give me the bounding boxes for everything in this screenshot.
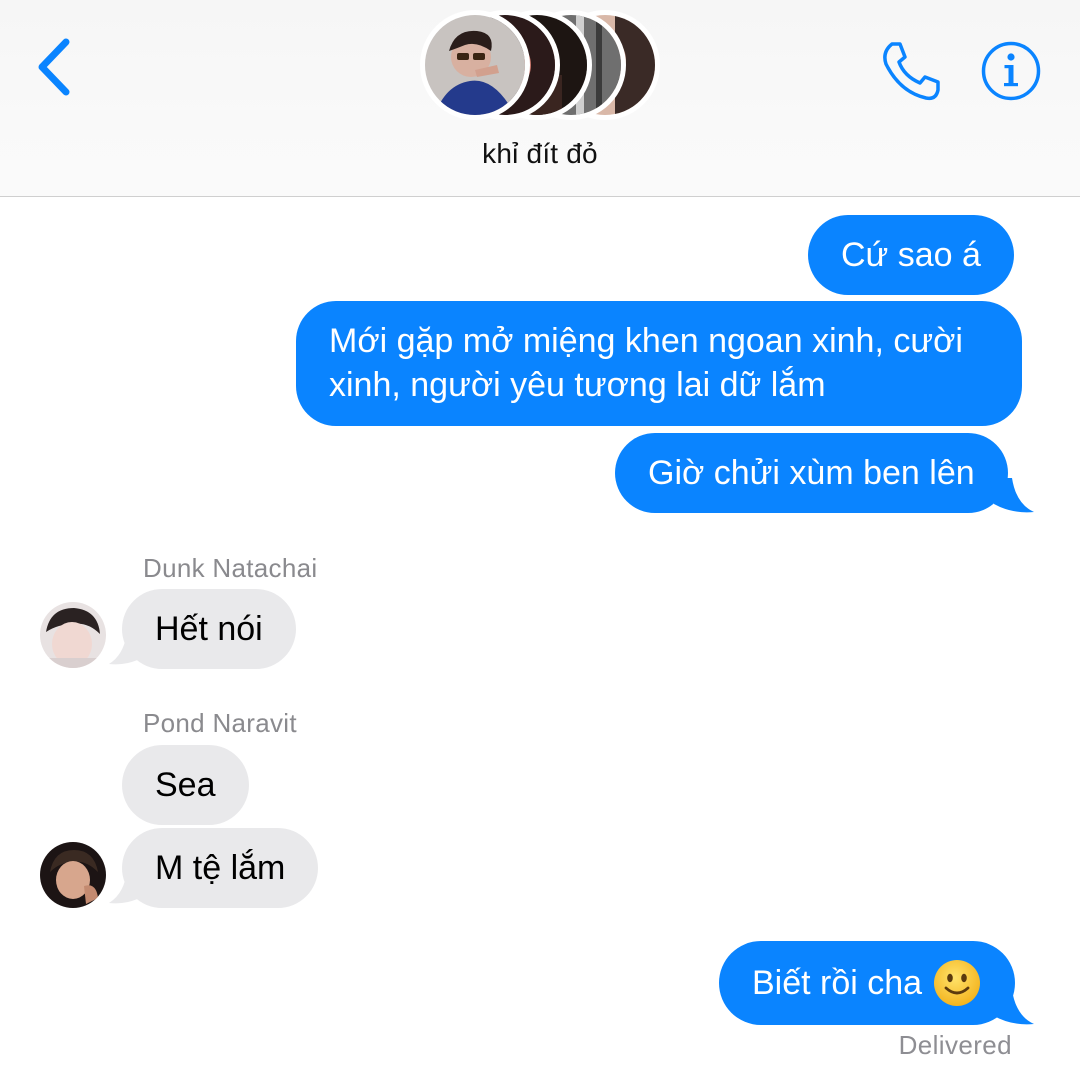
- info-button[interactable]: [980, 40, 1042, 102]
- avatar[interactable]: [40, 842, 106, 908]
- delivery-status: Delivered: [898, 1030, 1012, 1060]
- group-avatar-stack[interactable]: [420, 10, 660, 126]
- message-text: Sea: [155, 766, 216, 804]
- group-title[interactable]: khỉ đít đỏ: [0, 138, 1080, 170]
- back-button[interactable]: [30, 36, 80, 98]
- slightly-smiling-face-icon: [934, 960, 981, 1006]
- message-bubble-incoming[interactable]: Sea: [122, 745, 249, 825]
- message-text: Mới gặp mở miệng khen ngoan xinh, cười x…: [329, 322, 963, 404]
- bubble-tail: [109, 869, 147, 904]
- phone-icon: [883, 42, 940, 101]
- sender-name: Dunk Natachai: [143, 553, 318, 583]
- avatar[interactable]: [40, 602, 106, 668]
- call-button[interactable]: [878, 40, 942, 104]
- bubble-tail: [990, 990, 1034, 1025]
- back-chevron-icon: [38, 38, 70, 96]
- message-bubble-outgoing[interactable]: Mới gặp mở miệng khen ngoan xinh, cười x…: [296, 301, 1022, 426]
- message-text: Hết nói: [155, 610, 263, 648]
- message-text: Giờ chửi xùm ben lên: [648, 454, 975, 492]
- message-text: Cứ sao á: [841, 236, 981, 274]
- message-text: Biết rồi cha: [752, 964, 923, 1002]
- bubble-tail: [990, 478, 1034, 513]
- avatar: [420, 10, 530, 120]
- message-bubble-outgoing[interactable]: Giờ chửi xùm ben lên: [615, 433, 1008, 513]
- message-text: M tệ lắm: [155, 849, 286, 887]
- message-bubble-outgoing[interactable]: Biết rồi cha: [719, 941, 1016, 1025]
- message-bubble-incoming[interactable]: Hết nói: [122, 589, 296, 669]
- sender-name: Pond Naravit: [143, 708, 297, 738]
- info-icon: [981, 41, 1041, 101]
- chat-header: khỉ đít đỏ: [0, 0, 1080, 197]
- message-bubble-outgoing[interactable]: Cứ sao á: [808, 215, 1014, 295]
- message-bubble-incoming[interactable]: M tệ lắm: [122, 828, 319, 908]
- bubble-tail: [109, 630, 147, 665]
